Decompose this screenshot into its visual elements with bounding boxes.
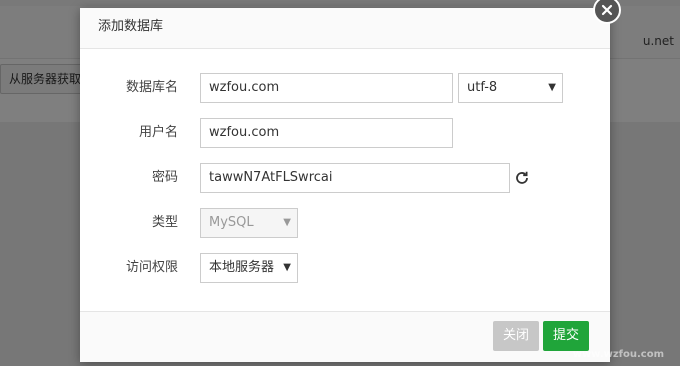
password-label: 密码 bbox=[151, 170, 178, 185]
access-select[interactable]: 本地服务器 ▼ bbox=[200, 253, 298, 283]
access-row: 访问权限 本地服务器 ▼ bbox=[80, 253, 610, 283]
chevron-down-icon: ▼ bbox=[283, 217, 291, 228]
submit-button[interactable]: 提交 bbox=[543, 321, 590, 351]
db-name-input[interactable]: wzfou.com bbox=[200, 73, 453, 103]
type-select: MySQL ▼ bbox=[200, 208, 298, 238]
charset-select[interactable]: utf-8 ▼ bbox=[458, 73, 563, 103]
type-row: 类型 MySQL ▼ bbox=[80, 208, 610, 238]
dialog-footer: 关闭 提交 bbox=[80, 311, 610, 362]
access-value: 本地服务器 bbox=[209, 260, 275, 275]
refresh-icon[interactable] bbox=[514, 170, 530, 186]
password-input[interactable]: tawwN7AtFLSwrcai bbox=[200, 163, 510, 193]
close-button[interactable]: 关闭 bbox=[493, 321, 540, 351]
access-label: 访问权限 bbox=[125, 260, 178, 275]
type-value: MySQL bbox=[209, 215, 254, 230]
chevron-down-icon: ▼ bbox=[283, 262, 291, 273]
close-x-icon bbox=[601, 4, 613, 16]
chevron-down-icon: ▼ bbox=[548, 82, 556, 93]
dialog-header: 添加数据库 bbox=[80, 8, 610, 49]
username-input[interactable]: wzfou.com bbox=[200, 118, 453, 148]
username-row: 用户名 wzfou.com bbox=[80, 118, 610, 148]
username-label: 用户名 bbox=[138, 125, 178, 140]
db-name-label: 数据库名 bbox=[125, 80, 178, 95]
dialog-title: 添加数据库 bbox=[98, 19, 164, 34]
type-label: 类型 bbox=[151, 215, 178, 230]
add-database-dialog: 添加数据库 数据库名 wzfou.com utf-8 ▼ 用户名 wzfou.c… bbox=[80, 8, 610, 362]
password-row: 密码 tawwN7AtFLSwrcai bbox=[80, 163, 610, 193]
watermark: www.wzfou.com bbox=[572, 349, 664, 360]
db-name-row: 数据库名 wzfou.com utf-8 ▼ bbox=[80, 73, 610, 103]
charset-value: utf-8 bbox=[467, 80, 498, 95]
